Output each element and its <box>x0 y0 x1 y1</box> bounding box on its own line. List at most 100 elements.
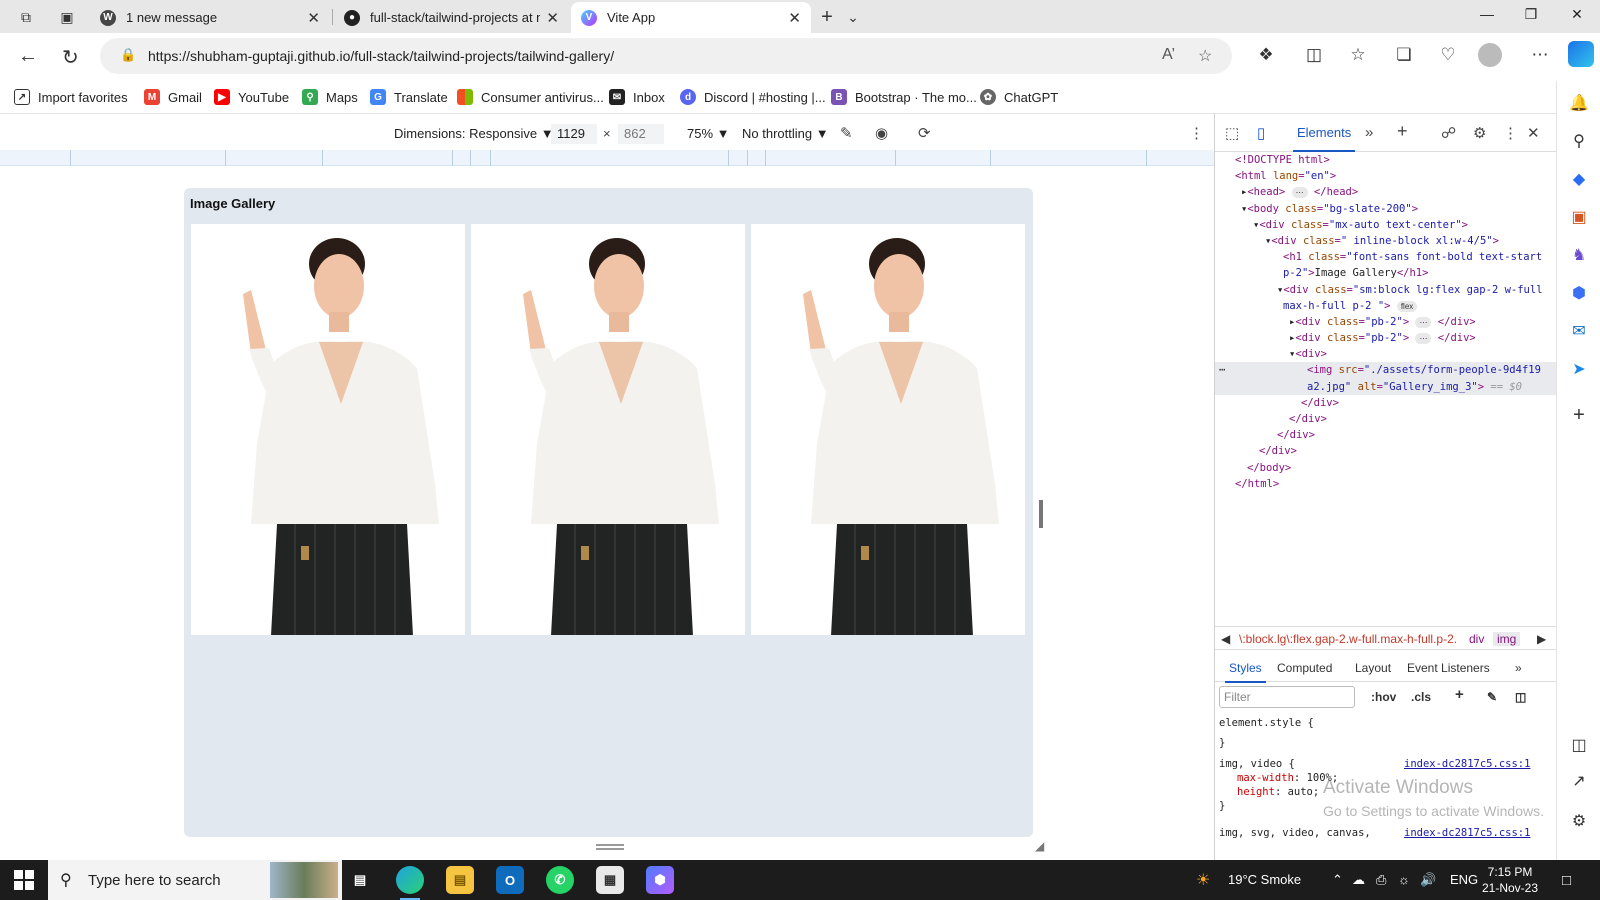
games-chess-icon[interactable]: ♞ <box>1569 245 1589 265</box>
close-devtools-icon[interactable]: ✕ <box>1527 124 1540 142</box>
gallery-image-2[interactable] <box>471 224 745 635</box>
viewport-width-input[interactable]: 1129 <box>551 124 597 144</box>
close-tab-icon[interactable]: ✕ <box>546 9 559 27</box>
more-menu-icon[interactable]: ⋯ <box>1528 45 1552 65</box>
dom-node[interactable]: ▸<div class="pb-2"> ⋯ </div> <box>1215 330 1557 346</box>
weather-icon[interactable]: ☀ <box>1196 870 1210 890</box>
settings-gear-icon[interactable]: ⚙ <box>1473 124 1486 142</box>
subtab-computed[interactable]: Computed <box>1277 661 1332 675</box>
dom-node[interactable]: ▾<div> <box>1215 346 1557 362</box>
read-aloud-icon[interactable]: A’ <box>1162 46 1175 64</box>
extensions-icon[interactable]: ❖ <box>1254 45 1278 65</box>
tab-elements[interactable]: Elements <box>1292 125 1356 152</box>
subtab-styles[interactable]: Styles <box>1225 661 1266 683</box>
edge-taskbar-icon[interactable] <box>396 866 424 900</box>
close-window-icon[interactable]: ✕ <box>1562 6 1592 23</box>
more-subtabs-icon[interactable]: » <box>1515 661 1522 675</box>
microsoft-store-icon[interactable]: ▦ <box>596 866 624 894</box>
hide-sidebar-icon[interactable]: ◫ <box>1569 735 1589 755</box>
shopping-tag-icon[interactable]: ◆ <box>1569 169 1589 189</box>
external-link-icon[interactable]: ↗ <box>1569 771 1589 791</box>
onedrive-cloud-icon[interactable]: ☁ <box>1352 872 1365 888</box>
subtab-layout[interactable]: Layout <box>1355 661 1391 675</box>
styles-filter-input[interactable]: Filter <box>1219 686 1355 708</box>
hov-toggle[interactable]: :hov <box>1371 690 1396 704</box>
media-query-ruler[interactable] <box>0 150 1214 166</box>
favorite-gmail[interactable]: M Gmail <box>144 89 202 105</box>
favorite-import[interactable]: ↗ Import favorites <box>14 89 128 105</box>
microsoft-365-icon[interactable]: ⬢ <box>1569 283 1589 303</box>
show-hidden-icons-icon[interactable]: ⌃ <box>1332 872 1343 888</box>
dimensions-dropdown[interactable]: Dimensions: Responsive ▼ <box>394 126 554 141</box>
gallery-image-3[interactable] <box>751 224 1025 635</box>
sidebar-settings-icon[interactable]: ⚙ <box>1569 811 1589 831</box>
dom-node[interactable]: p-2">Image Gallery</h1> <box>1215 265 1557 281</box>
notifications-icon[interactable]: □ <box>1562 872 1571 889</box>
new-style-rule-icon[interactable]: + <box>1455 686 1464 703</box>
dom-node[interactable]: max-h-full p-2 "> flex <box>1215 298 1557 314</box>
device-toggle-icon[interactable]: ▯ <box>1257 124 1265 142</box>
tab-1[interactable]: W 1 new message ✕ <box>90 2 330 33</box>
stylesheet-link[interactable]: index-dc2817c5.css:1 <box>1404 757 1530 771</box>
cls-toggle[interactable]: .cls <box>1411 690 1431 704</box>
task-view-icon[interactable]: ▤ <box>346 866 374 894</box>
viewport-corner-handle[interactable]: ◢ <box>1035 839 1044 853</box>
pen-icon[interactable]: ✎ <box>840 124 853 142</box>
element-style-rule[interactable]: element.style { <box>1219 716 1314 730</box>
favorite-maps[interactable]: ⚲ Maps <box>302 89 358 105</box>
gallery-image-1[interactable] <box>191 224 465 635</box>
refresh-icon[interactable]: ↻ <box>62 45 79 70</box>
address-bar[interactable]: 🔒 https://shubham-guptaji.github.io/full… <box>100 38 1232 74</box>
url-text[interactable]: https://shubham-guptaji.github.io/full-s… <box>148 48 614 64</box>
dom-node[interactable]: </body> <box>1215 460 1557 476</box>
connections-icon[interactable]: ☍ <box>1441 124 1456 142</box>
favorite-discord[interactable]: d Discord | #hosting |... <box>680 89 826 105</box>
system-clock[interactable]: 7:15 PM 21-Nov-23 <box>1482 864 1538 896</box>
weather-text[interactable]: 19°C Smoke <box>1228 872 1301 887</box>
dom-node[interactable]: </div> <box>1215 395 1557 411</box>
viewport-width-handle[interactable] <box>1039 500 1043 528</box>
dom-node[interactable]: ▸<div class="pb-2"> ⋯ </div> <box>1215 314 1557 330</box>
back-icon[interactable]: ← <box>18 45 38 68</box>
devtools-menu-icon[interactable]: ⋮ <box>1503 124 1518 142</box>
dom-node-selected[interactable]: ⋯ <img src="./assets/form-people-9d4f19 <box>1215 362 1557 379</box>
printer-icon[interactable]: ⎙ <box>1376 872 1386 888</box>
throttling-dropdown[interactable]: No throttling ▼ <box>742 126 829 141</box>
rotate-icon[interactable]: ⟳ <box>918 124 931 142</box>
breadcrumb-left-arrow-icon[interactable]: ◀ <box>1221 632 1230 646</box>
inspect-element-icon[interactable]: ⬚ <box>1225 124 1239 142</box>
windows-start-icon[interactable] <box>14 870 34 890</box>
dom-node[interactable]: <html lang="en"> <box>1215 168 1557 184</box>
more-tabs-icon[interactable]: » <box>1365 124 1373 141</box>
dom-node[interactable]: ▾<div class=" inline-block xl:w-4/5"> <box>1215 233 1557 249</box>
tab-actions-icon[interactable]: ▣ <box>56 6 78 28</box>
split-screen-icon[interactable]: ◫ <box>1302 45 1326 65</box>
dom-node[interactable]: ▾<div class="mx-auto text-center"> <box>1215 217 1557 233</box>
search-icon[interactable]: ⚲ <box>1569 131 1589 151</box>
dom-node[interactable]: </html> <box>1215 476 1557 492</box>
eye-icon[interactable]: ◉ <box>875 124 888 142</box>
paint-brush-icon[interactable]: ✎ <box>1487 690 1497 704</box>
favorite-inbox[interactable]: ✉ Inbox <box>609 89 665 105</box>
volume-icon[interactable]: 🔊 <box>1420 872 1436 888</box>
img-video-rule-selector[interactable]: img, video { <box>1219 757 1295 771</box>
zoom-dropdown[interactable]: 75% ▼ <box>687 126 730 141</box>
tab-list-chevron-icon[interactable]: ⌄ <box>842 6 864 28</box>
favorite-consumer-antivirus[interactable]: Consumer antivirus... <box>457 89 604 105</box>
favorites-icon[interactable]: ☆ <box>1346 45 1370 65</box>
add-panel-icon[interactable]: + <box>1397 121 1408 142</box>
dom-node[interactable]: ▾<body class="bg-slate-200"> <box>1215 201 1557 217</box>
tab-2[interactable]: ● full-stack/tailwind-projects at ma ✕ <box>334 2 569 33</box>
minimize-icon[interactable]: — <box>1472 6 1502 22</box>
viewport-height-input[interactable]: 862 <box>618 124 664 144</box>
favorite-star-icon[interactable]: ☆ <box>1198 46 1212 66</box>
lock-icon[interactable]: 🔒 <box>120 47 136 63</box>
breadcrumb-right-arrow-icon[interactable]: ▶ <box>1537 632 1546 646</box>
restore-icon[interactable]: ❐ <box>1516 6 1546 23</box>
new-tab-icon[interactable]: + <box>816 6 838 28</box>
breadcrumb-item-active[interactable]: img <box>1493 632 1521 646</box>
stylesheet-link[interactable]: index-dc2817c5.css:1 <box>1404 826 1530 840</box>
wifi-icon[interactable]: ☼ <box>1398 872 1410 887</box>
tools-briefcase-icon[interactable]: ▣ <box>1569 207 1589 227</box>
css-declaration[interactable]: height: auto; <box>1237 785 1319 799</box>
